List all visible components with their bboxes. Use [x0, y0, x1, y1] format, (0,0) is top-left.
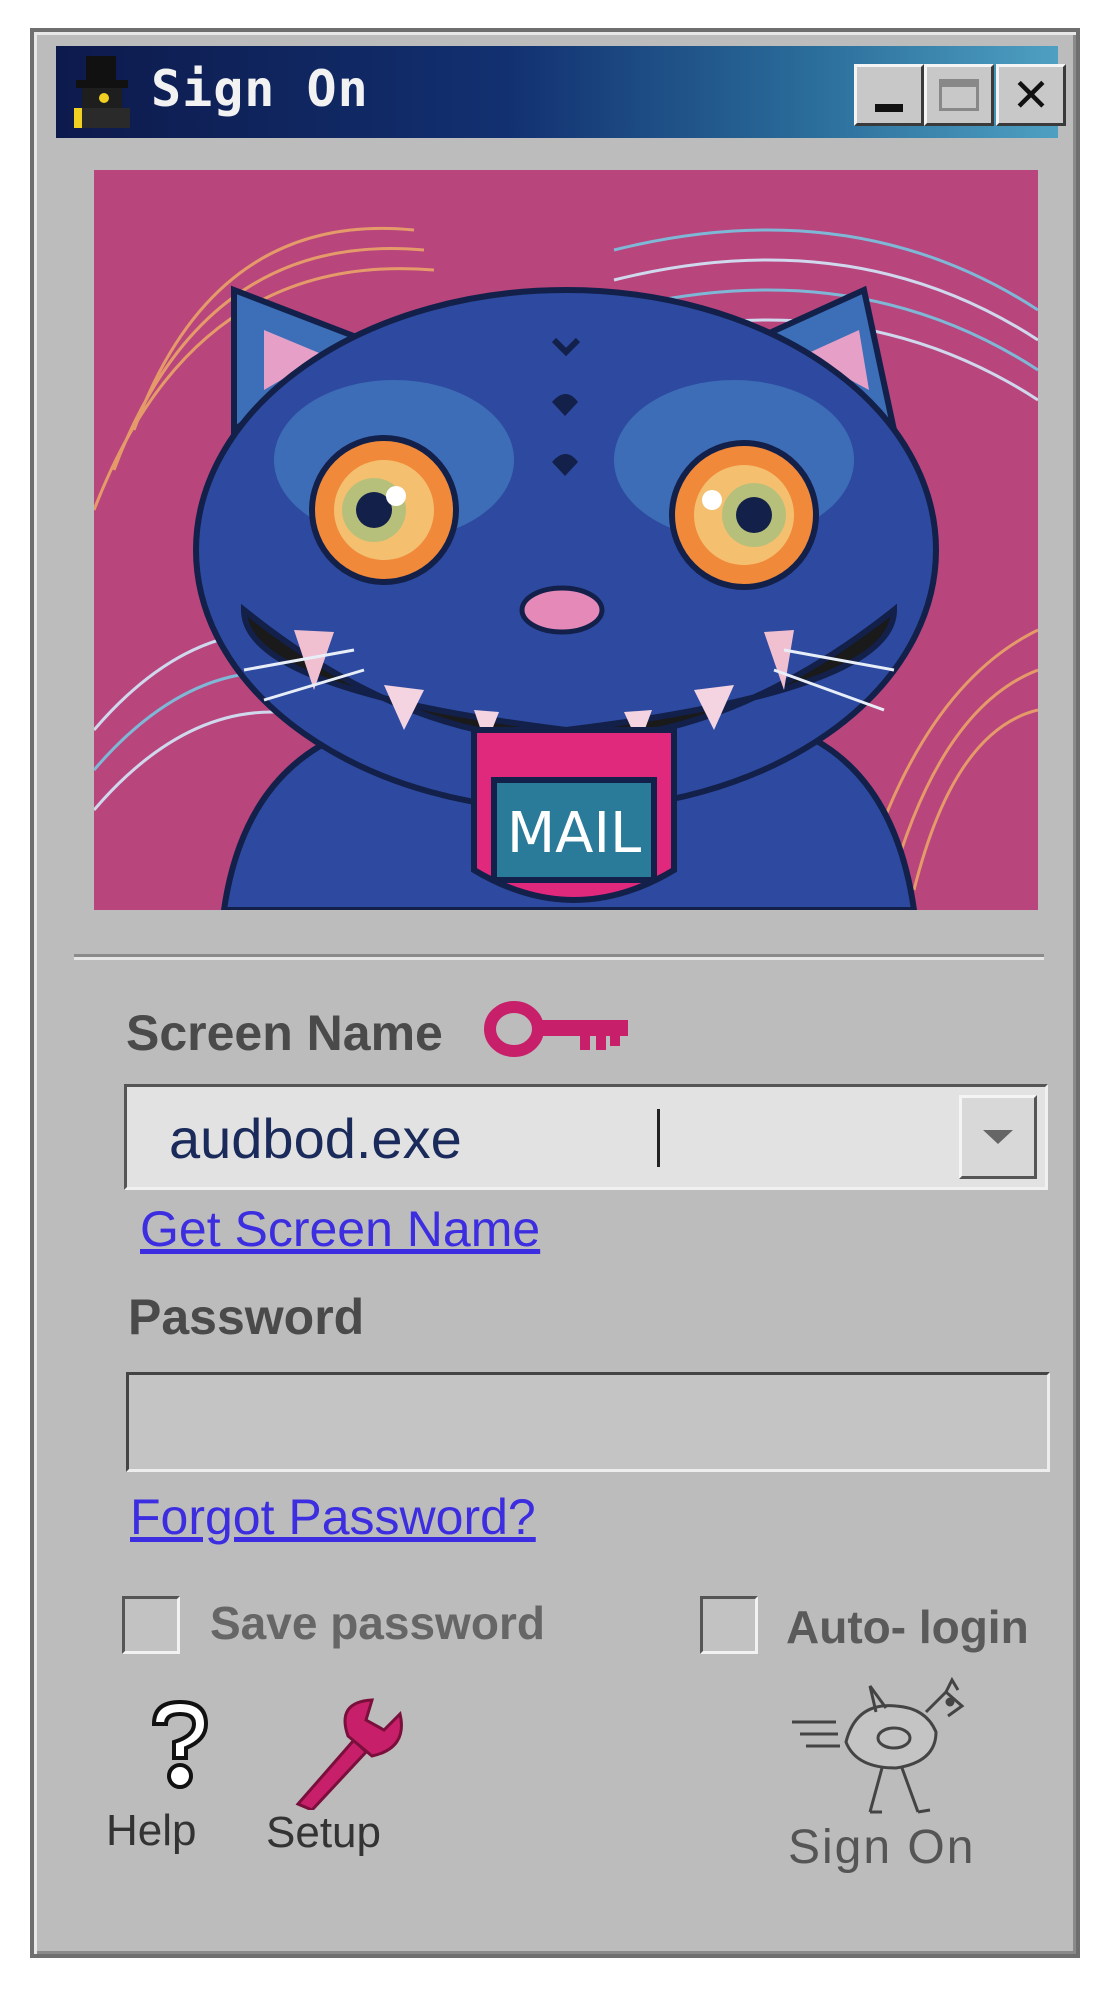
section-divider [74, 954, 1044, 960]
sign-on-window: Sign On ✕ MAIL Screen Name audbod.exe Ge… [30, 28, 1080, 1958]
minimize-icon [875, 104, 903, 112]
window-title: Sign On [151, 60, 369, 118]
close-button[interactable]: ✕ [996, 64, 1066, 126]
mail-sign-text: MAIL [507, 801, 641, 866]
help-button-label[interactable]: Help [106, 1806, 197, 1856]
password-field[interactable] [126, 1372, 1051, 1472]
auto-login-checkbox[interactable] [700, 1596, 758, 1654]
minimize-button[interactable] [854, 64, 924, 126]
screen-name-combobox[interactable] [124, 1084, 1048, 1190]
get-screen-name-link[interactable]: Get Screen Name [140, 1200, 540, 1258]
close-icon: ✕ [1011, 68, 1051, 122]
screen-name-label: Screen Name [126, 1005, 443, 1061]
key-icon [484, 1001, 628, 1057]
save-password-checkbox[interactable] [122, 1596, 180, 1654]
chevron-down-icon [983, 1130, 1013, 1144]
password-label: Password [128, 1289, 365, 1345]
screen-name-dropdown-button[interactable] [959, 1095, 1037, 1179]
sign-on-button-label[interactable]: Sign On [788, 1820, 975, 1875]
auto-login-label[interactable]: Auto- login [786, 1600, 1029, 1654]
running-bird-icon[interactable] [786, 1672, 986, 1822]
maximize-button[interactable] [924, 64, 994, 126]
text-caret [657, 1109, 660, 1167]
wrench-icon[interactable] [292, 1696, 412, 1810]
forgot-password-link[interactable]: Forgot Password? [130, 1488, 536, 1546]
title-bar[interactable]: Sign On ✕ [56, 46, 1066, 138]
mail-cat-banner: MAIL [94, 170, 1038, 910]
password-input[interactable] [129, 1375, 1051, 1471]
maximize-icon [939, 79, 979, 111]
save-password-label[interactable]: Save password [210, 1596, 545, 1650]
help-icon[interactable] [138, 1696, 222, 1792]
app-icon [74, 56, 130, 128]
screen-name-input[interactable] [167, 1101, 951, 1175]
setup-button-label[interactable]: Setup [266, 1808, 381, 1858]
